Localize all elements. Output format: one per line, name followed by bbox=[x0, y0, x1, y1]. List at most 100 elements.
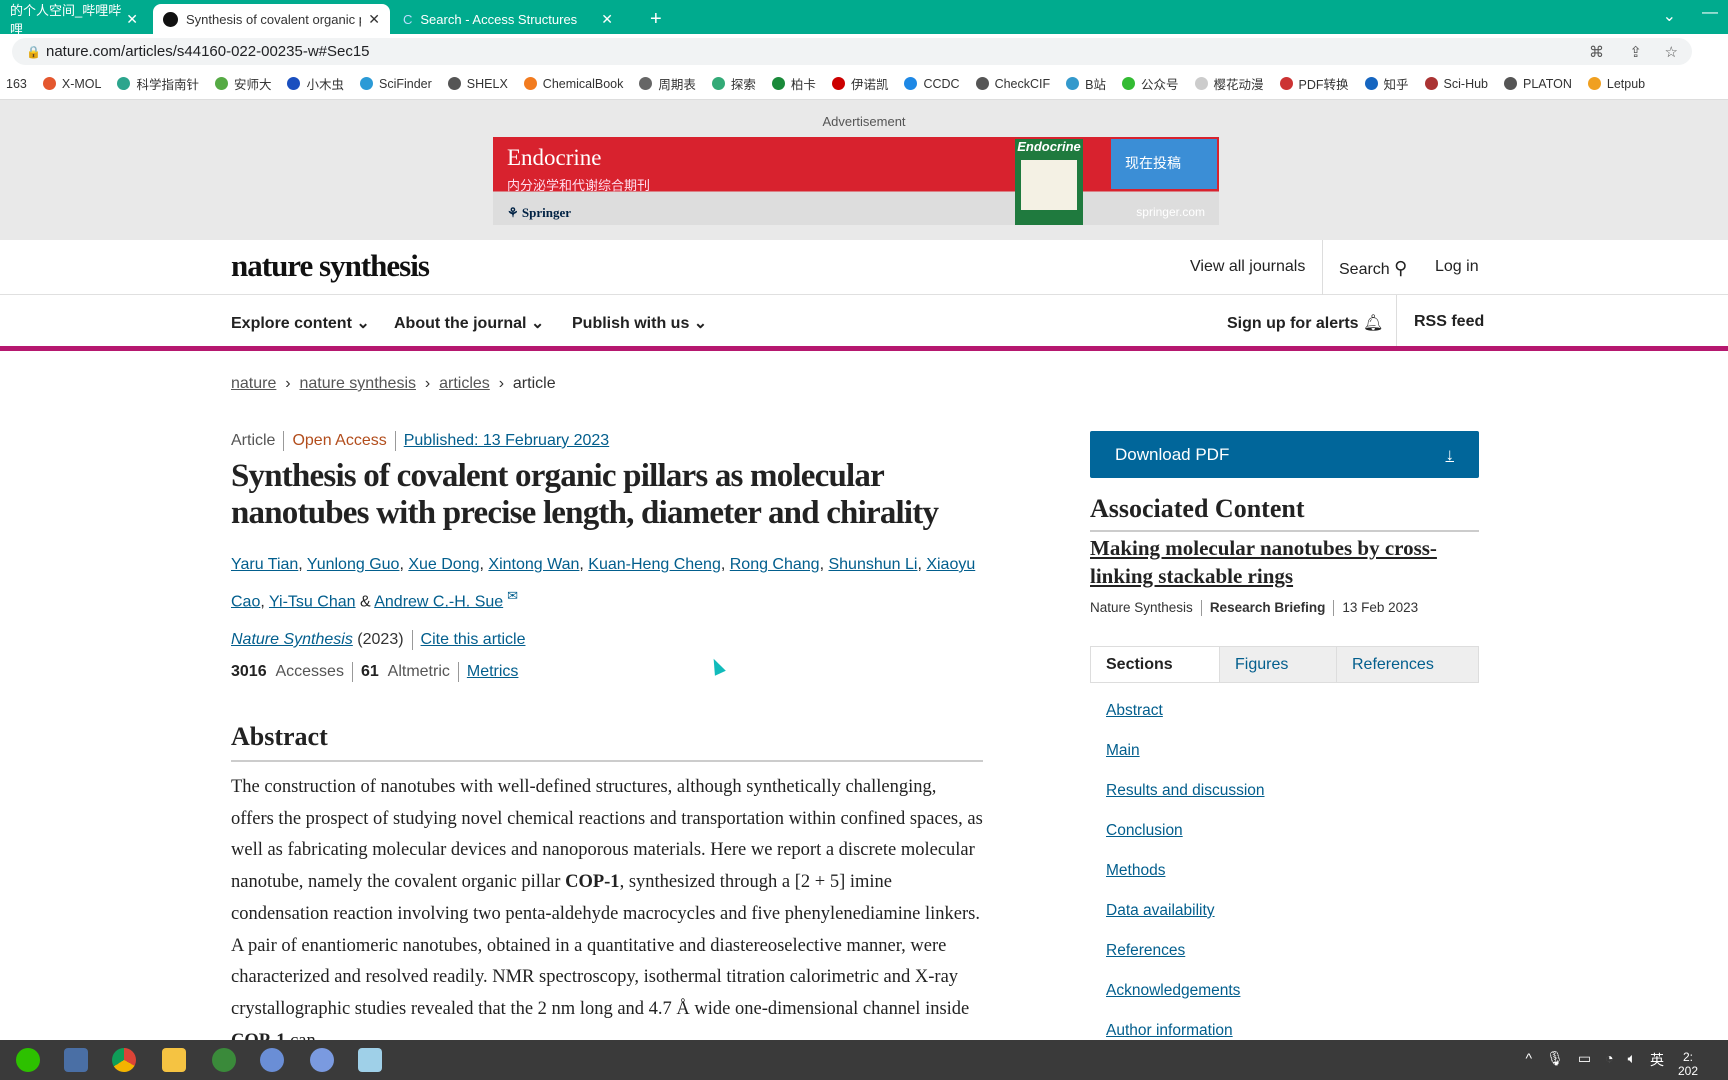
nav-about-journal[interactable]: About the journal ⌄ bbox=[394, 313, 544, 333]
ad-submit-button[interactable]: 现在投稿 bbox=[1111, 139, 1217, 189]
ime-indicator[interactable]: 英 bbox=[1650, 1050, 1664, 1078]
section-link[interactable]: Main bbox=[1106, 742, 1140, 759]
browser-tab-active[interactable]: Synthesis of covalent organic p ✕ bbox=[153, 4, 390, 34]
section-item: Data availability bbox=[1106, 900, 1265, 940]
author-link[interactable]: Rong Chang bbox=[730, 556, 820, 573]
author-link[interactable]: Kuan-Heng Cheng bbox=[588, 556, 721, 573]
file-explorer-icon[interactable] bbox=[162, 1048, 186, 1072]
translate-icon[interactable]: ⌘ bbox=[1589, 43, 1604, 61]
bookmark-item[interactable]: 安师大 bbox=[214, 74, 271, 93]
share-icon[interactable]: ⇪ bbox=[1629, 43, 1642, 61]
app-icon[interactable] bbox=[260, 1048, 284, 1072]
author-link[interactable]: Andrew C.-H. Sue bbox=[374, 593, 503, 610]
download-icon: ↓ bbox=[1445, 444, 1455, 464]
bookmark-item[interactable]: CCDC bbox=[904, 77, 960, 91]
bookmark-item[interactable]: 周期表 bbox=[639, 74, 696, 93]
bookmark-item[interactable]: PDF转换 bbox=[1279, 74, 1349, 93]
metrics-link[interactable]: Metrics bbox=[467, 663, 519, 680]
bookmark-item[interactable]: X-MOL bbox=[42, 77, 101, 91]
accesses-label: Accesses bbox=[275, 663, 344, 681]
microphone-icon[interactable]: 🎙︎ bbox=[1546, 1050, 1564, 1078]
chrome-icon[interactable] bbox=[112, 1048, 136, 1072]
author-link[interactable]: Yaru Tian bbox=[231, 556, 298, 573]
cite-article-link[interactable]: Cite this article bbox=[421, 631, 526, 648]
bookmark-item[interactable]: CheckCIF bbox=[975, 77, 1050, 91]
section-link[interactable]: References bbox=[1106, 942, 1185, 959]
sign-up-alerts-link[interactable]: Sign up for alerts 🔔︎ bbox=[1227, 313, 1383, 333]
email-icon[interactable]: ✉ bbox=[507, 588, 518, 603]
bookmark-item[interactable]: 小木虫 bbox=[287, 74, 344, 93]
wechat-icon[interactable] bbox=[16, 1048, 40, 1072]
bookmark-item[interactable]: 樱花动漫 bbox=[1194, 74, 1264, 93]
app-icon[interactable] bbox=[358, 1048, 382, 1072]
associated-article-link[interactable]: Making molecular nanotubes by cross-link… bbox=[1090, 536, 1437, 588]
breadcrumb-nature[interactable]: nature bbox=[231, 375, 276, 392]
journal-logo[interactable]: nature synthesis bbox=[231, 248, 430, 284]
breadcrumb-nature-synthesis[interactable]: nature synthesis bbox=[299, 375, 416, 392]
journal-link[interactable]: Nature Synthesis bbox=[231, 631, 353, 648]
bookmark-item[interactable]: 163 bbox=[6, 77, 27, 91]
bookmark-item[interactable]: Letpub bbox=[1587, 77, 1645, 91]
calculator-icon[interactable] bbox=[64, 1048, 88, 1072]
view-all-journals-link[interactable]: View all journals bbox=[1190, 258, 1305, 276]
bookmark-item[interactable]: 伊诺凯 bbox=[831, 74, 888, 93]
section-link[interactable]: Author information bbox=[1106, 1022, 1233, 1039]
author-link[interactable]: Xintong Wan bbox=[488, 556, 579, 573]
author-link[interactable]: Yi-Tsu Chan bbox=[269, 593, 356, 610]
bookmark-label: 公众号 bbox=[1140, 78, 1179, 92]
close-icon[interactable]: ✕ bbox=[368, 11, 380, 28]
address-bar-row: 🔒 nature.com/articles/s44160-022-00235-w… bbox=[0, 34, 1728, 68]
nav-explore-content[interactable]: Explore content ⌄ bbox=[231, 313, 370, 333]
bookmark-item[interactable]: 探索 bbox=[711, 74, 756, 93]
browser-tab[interactable]: C Search - Access Structures ✕ bbox=[393, 4, 623, 34]
download-pdf-button[interactable]: Download PDF ↓ bbox=[1090, 431, 1479, 478]
author-link[interactable]: Yunlong Guo bbox=[307, 556, 400, 573]
section-link[interactable]: Acknowledgements bbox=[1106, 982, 1240, 999]
login-link[interactable]: Log in bbox=[1435, 258, 1479, 276]
clock[interactable]: 2: 202 bbox=[1678, 1050, 1698, 1078]
abstract-text: The construction of nanotubes with well-… bbox=[231, 772, 983, 1040]
nav-publish-with-us[interactable]: Publish with us ⌄ bbox=[572, 313, 707, 333]
section-item: Conclusion bbox=[1106, 820, 1265, 860]
section-link[interactable]: Data availability bbox=[1106, 902, 1215, 919]
author-link[interactable]: Xue Dong bbox=[408, 556, 479, 573]
address-bar[interactable]: 🔒 nature.com/articles/s44160-022-00235-w… bbox=[12, 38, 1692, 65]
bookmark-item[interactable]: 科学指南针 bbox=[117, 74, 199, 93]
chemdraw-icon[interactable] bbox=[212, 1048, 236, 1072]
bookmark-item[interactable]: 知乎 bbox=[1364, 74, 1409, 93]
bookmark-star-icon[interactable]: ☆ bbox=[1665, 43, 1678, 61]
new-tab-button[interactable]: + bbox=[640, 4, 672, 34]
tab-search-chevron-icon[interactable]: ⌄ bbox=[1663, 6, 1676, 26]
bookmark-item[interactable]: 柏卡 bbox=[771, 74, 816, 93]
bookmark-item[interactable]: SHELX bbox=[447, 77, 508, 91]
section-link[interactable]: Abstract bbox=[1106, 702, 1163, 719]
bookmark-item[interactable]: Sci-Hub bbox=[1424, 77, 1488, 91]
minimize-button[interactable]: — bbox=[1702, 4, 1718, 22]
bookmark-item[interactable]: 公众号 bbox=[1121, 74, 1179, 93]
bookmark-item[interactable]: B站 bbox=[1066, 74, 1106, 93]
section-link[interactable]: Conclusion bbox=[1106, 822, 1183, 839]
tab-references[interactable]: References bbox=[1337, 647, 1478, 682]
published-date-link[interactable]: Published: 13 February 2023 bbox=[404, 432, 609, 449]
section-link[interactable]: Results and discussion bbox=[1106, 782, 1265, 799]
show-hidden-icons[interactable]: ^ bbox=[1526, 1050, 1533, 1078]
close-icon[interactable]: ✕ bbox=[126, 11, 138, 28]
system-tray: ^ 🎙︎ ▭ ◔ 🔈︎ 英 2: 202 bbox=[1526, 1050, 1699, 1078]
ad-banner[interactable]: Endocrine 内分泌学和代谢综合期刊 ⚘ Springer Endocri… bbox=[493, 137, 1219, 225]
bookmark-item[interactable]: ChemicalBook bbox=[523, 77, 623, 91]
section-link[interactable]: Methods bbox=[1106, 862, 1165, 879]
wifi-icon[interactable]: ◔ bbox=[1605, 1050, 1613, 1078]
app-icon[interactable] bbox=[310, 1048, 334, 1072]
author-link[interactable]: Shunshun Li bbox=[828, 556, 917, 573]
bookmark-item[interactable]: PLATON bbox=[1504, 77, 1572, 91]
tab-sections[interactable]: Sections bbox=[1091, 647, 1220, 682]
breadcrumb-articles[interactable]: articles bbox=[439, 375, 490, 392]
tab-figures[interactable]: Figures bbox=[1220, 647, 1337, 682]
browser-tab[interactable]: 的个人空间_哔哩哔哩_ ✕ bbox=[0, 3, 148, 37]
search-button[interactable]: Search ⚲ bbox=[1339, 258, 1407, 279]
close-icon[interactable]: ✕ bbox=[601, 11, 613, 28]
volume-icon[interactable]: 🔈︎ bbox=[1628, 1050, 1636, 1078]
rss-feed-link[interactable]: RSS feed bbox=[1414, 313, 1484, 331]
bookmark-item[interactable]: SciFinder bbox=[360, 77, 432, 91]
battery-icon[interactable]: ▭ bbox=[1578, 1050, 1591, 1078]
